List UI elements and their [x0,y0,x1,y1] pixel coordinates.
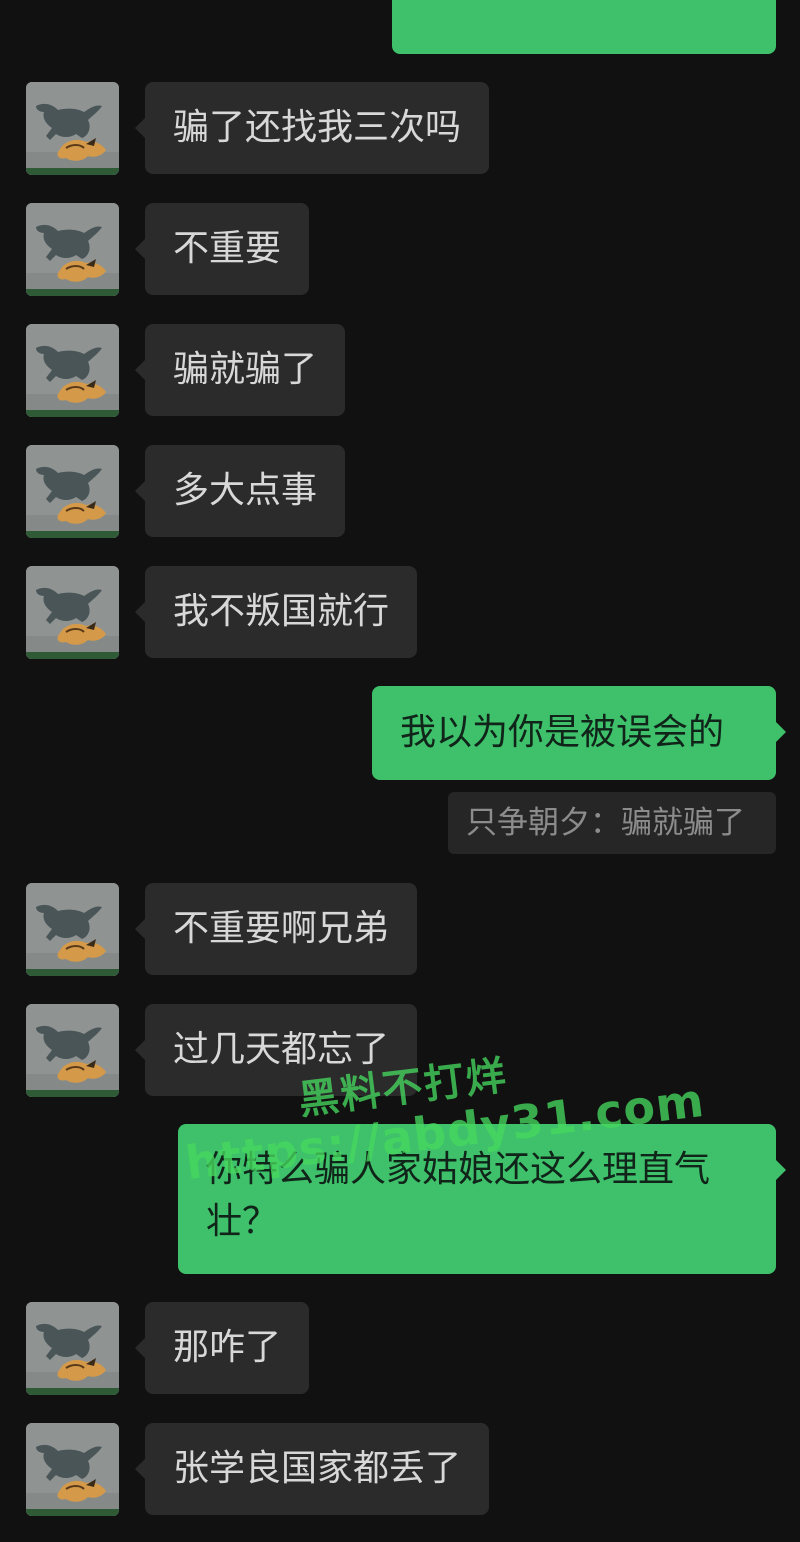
contact-avatar-icon[interactable] [26,883,119,976]
incoming-message-bubble[interactable]: 骗了还找我三次吗 [134,82,490,174]
incoming-message-bubble[interactable]: 我不叛国就行 [134,566,418,658]
chat-area: 骗了还找我三次吗 不重要 骗就骗了 多大点事 我不叛国就行 我以为你是被误会的 … [0,0,800,1542]
incoming-message-bubble[interactable]: 那咋了 [134,1302,310,1394]
contact-avatar-icon[interactable] [26,566,119,659]
incoming-message-bubble[interactable]: 张学良国家都丢了 [134,1423,490,1515]
outgoing-message-bubble[interactable]: 我以为你是被误会的 [372,686,786,780]
partial-outgoing-bubble[interactable] [392,0,776,54]
contact-avatar-icon[interactable] [26,1423,119,1516]
contact-avatar-icon[interactable] [26,1004,119,1097]
incoming-message-bubble[interactable]: 多大点事 [134,445,346,537]
contact-avatar-icon[interactable] [26,324,119,417]
contact-avatar-icon[interactable] [26,82,119,175]
incoming-message-bubble[interactable]: 不重要 [134,203,310,295]
outgoing-message-bubble[interactable]: 你特么骗人家姑娘还这么理直气壮？ [178,1124,786,1274]
incoming-message-bubble[interactable]: 不重要啊兄弟 [134,883,418,975]
contact-avatar-icon[interactable] [26,445,119,538]
incoming-message-bubble[interactable]: 过几天都忘了 [134,1004,418,1096]
contact-avatar-icon[interactable] [26,1302,119,1395]
incoming-message-bubble[interactable]: 骗就骗了 [134,324,346,416]
quoted-message[interactable]: 只争朝夕：骗就骗了 [448,792,776,854]
contact-avatar-icon[interactable] [26,203,119,296]
